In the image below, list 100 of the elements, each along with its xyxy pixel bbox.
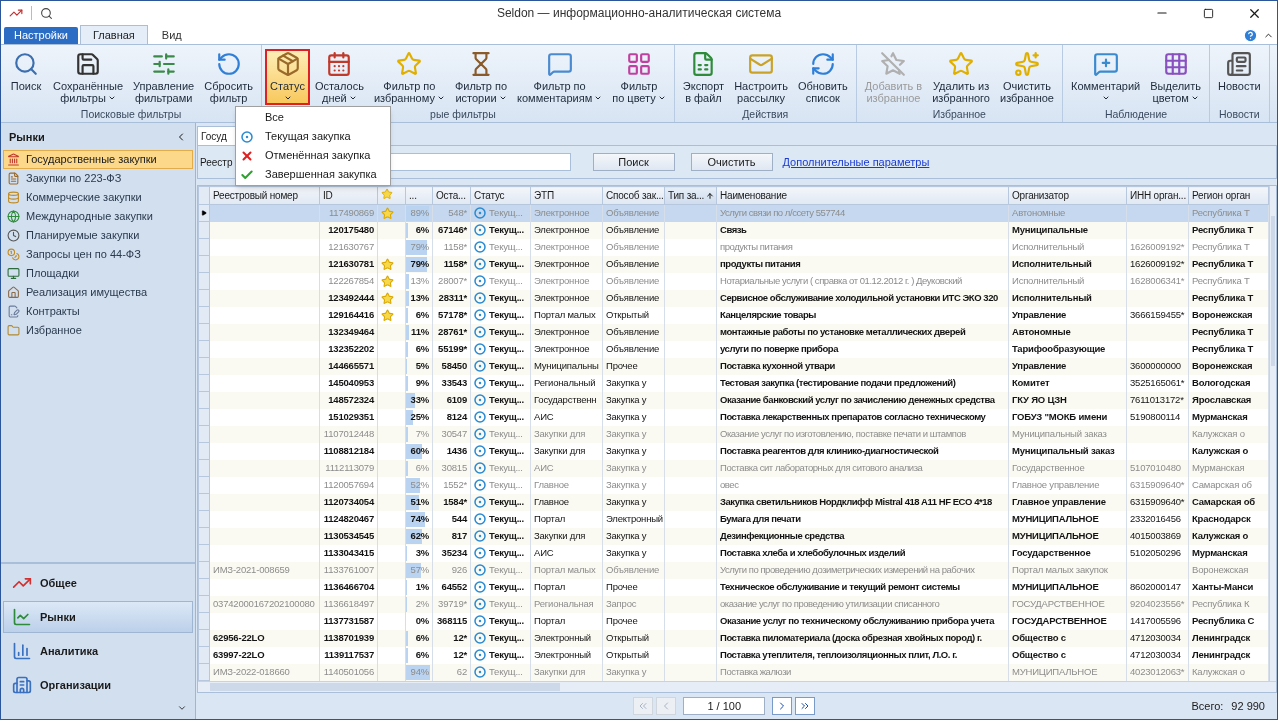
ribbon-button[interactable]: Фильтр по цвету	[607, 49, 671, 107]
ribbon-button[interactable]: Фильтр по комментариям	[512, 49, 608, 107]
total-count: 92 990	[1231, 698, 1265, 714]
column-header[interactable]: Регион орган	[1188, 186, 1269, 205]
row-header-cell[interactable]	[198, 323, 210, 341]
row-header-cell[interactable]	[198, 340, 210, 358]
row-header-cell[interactable]	[198, 289, 210, 307]
ribbon-button[interactable]: Обновить список	[792, 49, 853, 107]
search-icon[interactable]	[40, 6, 53, 20]
ribbon-button[interactable]: Комментарий	[1066, 49, 1146, 105]
row-header-cell[interactable]	[198, 544, 210, 562]
page-field[interactable]: 1 / 100	[683, 697, 766, 715]
status-ring-icon	[474, 309, 486, 321]
table-cell: Закупка у	[602, 544, 665, 562]
column-header[interactable]: ЭТП	[530, 186, 603, 205]
row-header-cell[interactable]	[198, 408, 210, 426]
sidebar-item[interactable]: Контракты	[3, 302, 193, 321]
sidebar-item[interactable]: Реализация имущества	[3, 283, 193, 302]
column-header[interactable]: ID	[319, 186, 378, 205]
column-header[interactable]: Оста...	[432, 186, 471, 205]
table-cell: 7611013172*	[1126, 391, 1189, 409]
menu-item[interactable]: Завершенная закупка	[236, 165, 390, 184]
row-header-cell[interactable]	[198, 204, 210, 222]
ribbon-tab[interactable]: Вид	[149, 27, 194, 44]
row-header-cell[interactable]	[198, 459, 210, 477]
row-header-cell[interactable]	[198, 391, 210, 409]
nav-pane-button[interactable]: Аналитика	[3, 635, 193, 667]
row-header-cell[interactable]	[198, 578, 210, 596]
pager-button[interactable]	[772, 697, 793, 715]
status-ring-icon	[474, 598, 486, 610]
row-header-cell[interactable]	[198, 663, 210, 681]
row-header-cell[interactable]	[198, 561, 210, 579]
sidebar-item[interactable]: Коммерческие закупки	[3, 188, 193, 207]
column-header[interactable]: Способ зак...	[602, 186, 665, 205]
nav-pane-button[interactable]: Рынки	[3, 601, 193, 633]
menu-item[interactable]: Все	[236, 108, 390, 127]
row-header-cell[interactable]	[198, 374, 210, 392]
table-cell: Закупка у	[602, 408, 665, 426]
ribbon-button[interactable]: Сбросить фильтр	[199, 49, 259, 107]
row-header-cell[interactable]	[198, 476, 210, 494]
row-header-cell[interactable]	[198, 612, 210, 630]
sidebar-item[interactable]: Избранное	[3, 321, 193, 340]
column-header[interactable]: ИНН орган...	[1126, 186, 1189, 205]
table-cell: 62956-22LO	[209, 629, 320, 647]
ribbon-tab[interactable]: Главная	[79, 25, 148, 44]
ribbon-button[interactable]: Фильтр по избранному	[368, 49, 450, 107]
table-cell: ИМЗ-2021-008659	[209, 561, 320, 579]
row-header-cell[interactable]	[198, 255, 210, 273]
ribbon-button[interactable]: Удалить из избранного	[927, 49, 995, 107]
table-cell: Республика Т	[1188, 221, 1269, 239]
ribbon-button[interactable]: Очистить избранное	[995, 49, 1059, 107]
row-header-cell[interactable]	[198, 442, 210, 460]
clear-button[interactable]: Очистить	[690, 153, 773, 171]
ribbon-button[interactable]: Настроить рассылку	[729, 49, 793, 107]
ribbon-tab[interactable]: Настройки	[4, 27, 78, 44]
column-header[interactable]: Реестровый номер	[209, 186, 320, 205]
horizontal-scrollbar[interactable]	[198, 681, 1276, 692]
row-header-cell[interactable]	[198, 357, 210, 375]
column-header[interactable]: Наименование	[716, 186, 1009, 205]
ribbon-button[interactable]: Осталось дней	[309, 49, 369, 107]
ribbon-button[interactable]: Новости	[1213, 49, 1266, 95]
row-header-cell[interactable]	[198, 238, 210, 256]
sidebar-item[interactable]: Площадки	[3, 264, 193, 283]
row-header-cell[interactable]	[198, 646, 210, 664]
nav-pane-button[interactable]: Общее	[3, 567, 193, 599]
sidebar-item[interactable]: Международные закупки	[3, 207, 193, 226]
table-cell: Исполнительный	[1008, 289, 1127, 307]
advanced-parameters-link[interactable]: Дополнительные параметры	[782, 153, 930, 171]
vertical-scrollbar[interactable]	[1269, 186, 1276, 681]
row-header-cell[interactable]	[198, 629, 210, 647]
nav-pane-button[interactable]: Организации	[3, 669, 193, 701]
ribbon-button[interactable]: Экспорт в файл	[677, 49, 730, 107]
row-header-cell[interactable]	[198, 425, 210, 443]
sidebar-item[interactable]: Планируемые закупки	[3, 226, 193, 245]
ribbon-button[interactable]: Выделить цветом	[1145, 49, 1207, 107]
sidebar-item[interactable]: Государственные закупки	[3, 150, 193, 169]
column-header[interactable]: ...	[405, 186, 433, 205]
column-header[interactable]: Тип за...	[664, 186, 717, 205]
row-header-cell[interactable]	[198, 306, 210, 324]
pager-button[interactable]	[795, 697, 816, 715]
row-header-cell[interactable]	[198, 527, 210, 545]
ribbon-button[interactable]: Фильтр по истории	[449, 49, 513, 107]
sidebar-item[interactable]: Запросы цен по 44-ФЗ	[3, 245, 193, 264]
column-header[interactable]	[377, 186, 406, 205]
row-header-cell[interactable]	[198, 272, 210, 290]
ribbon-button[interactable]: Управление фильтрами	[128, 49, 200, 107]
ribbon-button[interactable]: Сохранённые фильтры	[48, 49, 129, 107]
row-header-cell[interactable]	[198, 510, 210, 528]
row-header-cell[interactable]	[198, 221, 210, 239]
ribbon-button[interactable]: Поиск	[4, 49, 48, 95]
column-header[interactable]: Организатор	[1008, 186, 1127, 205]
row-header-cell[interactable]	[198, 595, 210, 613]
row-header-cell[interactable]	[198, 493, 210, 511]
column-header[interactable]: Статус	[470, 186, 531, 205]
help-icon[interactable]	[1243, 28, 1258, 43]
expand-icon[interactable]	[177, 703, 187, 713]
sidebar-item[interactable]: Закупки по 223-ФЗ	[3, 169, 193, 188]
menu-item[interactable]: Отменённая закупка	[236, 146, 390, 165]
ribbon-button[interactable]: Статус	[265, 49, 310, 105]
search-button[interactable]: Поиск	[592, 153, 675, 171]
